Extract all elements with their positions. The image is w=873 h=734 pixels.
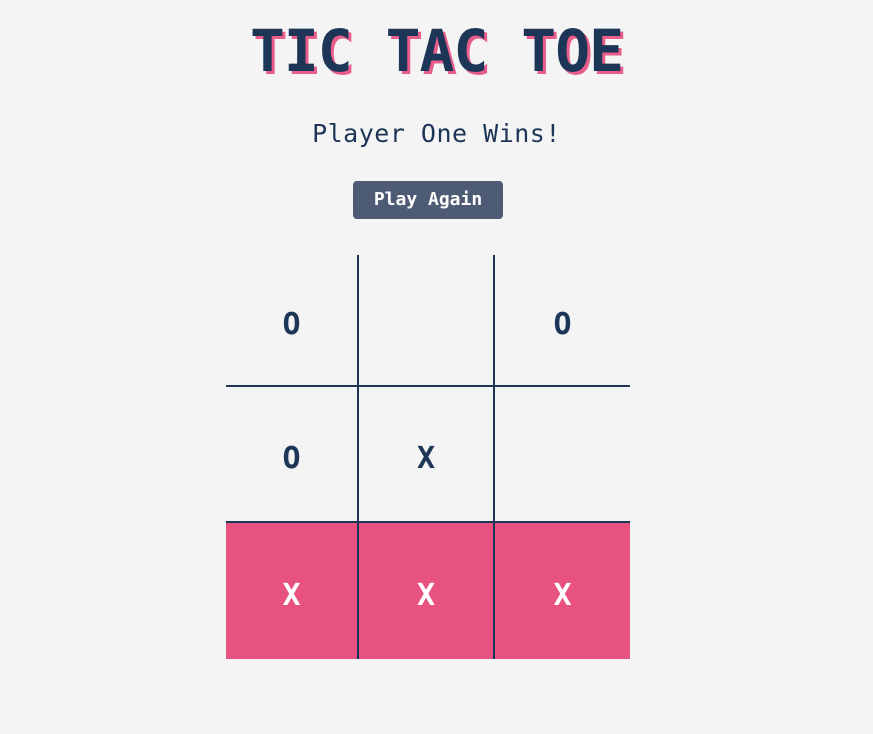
cell-mark: X (282, 577, 301, 613)
game-title: TIC TAC TOE (249, 17, 624, 85)
board-cell-1-2[interactable] (495, 387, 630, 523)
board-cell-2-2[interactable]: X (495, 523, 630, 659)
cell-mark: O (282, 306, 301, 342)
play-again-button[interactable]: Play Again (353, 181, 503, 219)
cell-mark: O (282, 440, 301, 476)
cell-mark: O (553, 306, 572, 342)
game-status: Player One Wins! (312, 119, 561, 148)
board-cell-0-2[interactable]: O (495, 255, 630, 387)
board-cell-2-1[interactable]: X (359, 523, 495, 659)
board-cell-2-0[interactable]: X (226, 523, 359, 659)
board-cell-0-1[interactable] (359, 255, 495, 387)
cell-mark: X (416, 577, 436, 613)
cell-mark: X (553, 577, 572, 613)
board-cell-0-0[interactable]: O (226, 255, 359, 387)
cell-mark: X (416, 440, 436, 476)
game-board: O O O X X X X (226, 255, 630, 659)
board-cell-1-1[interactable]: X (359, 387, 495, 523)
board-cell-1-0[interactable]: O (226, 387, 359, 523)
